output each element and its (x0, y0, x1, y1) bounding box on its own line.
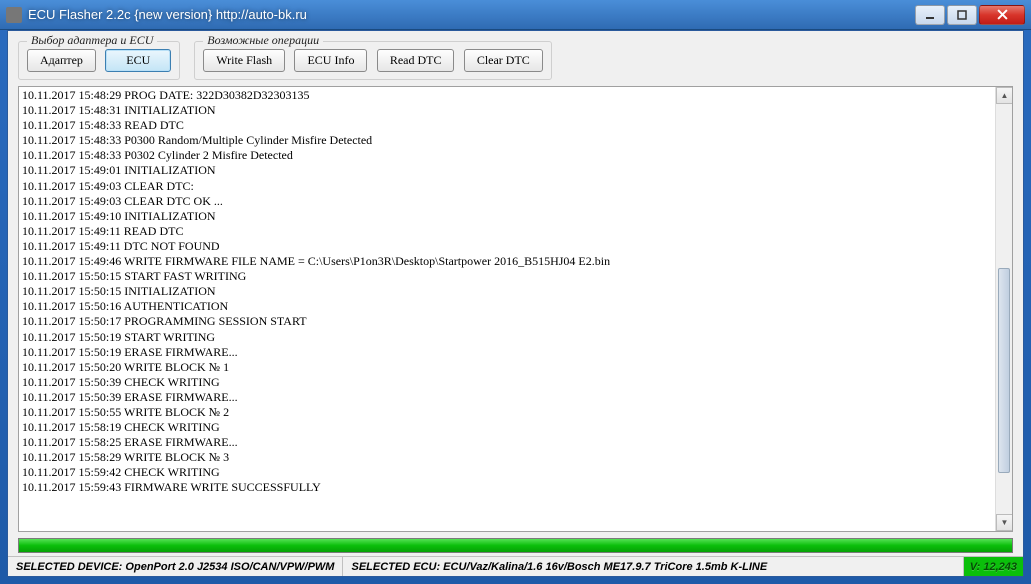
minimize-button[interactable] (915, 5, 945, 25)
log-line: 10.11.2017 15:48:29 PROG DATE: 322D30382… (22, 88, 994, 103)
scroll-down-button[interactable]: ▼ (996, 514, 1013, 531)
log-line: 10.11.2017 15:58:25 ERASE FIRMWARE... (22, 435, 994, 450)
log-line: 10.11.2017 15:48:31 INITIALIZATION (22, 103, 994, 118)
log-line: 10.11.2017 15:49:03 CLEAR DTC: (22, 179, 994, 194)
log-scrollbar[interactable]: ▲ ▼ (995, 87, 1012, 531)
log-line: 10.11.2017 15:59:43 FIRMWARE WRITE SUCCE… (22, 480, 994, 495)
log-text[interactable]: 10.11.2017 15:48:29 PROG DATE: 322D30382… (22, 88, 994, 531)
log-line: 10.11.2017 15:59:42 CHECK WRITING (22, 465, 994, 480)
window-title: ECU Flasher 2.2c {new version} http://au… (28, 7, 913, 22)
clear-dtc-button[interactable]: Clear DTC (464, 49, 543, 72)
maximize-button[interactable] (947, 5, 977, 25)
group-adapter-legend: Выбор адаптера и ECU (27, 33, 157, 48)
status-ecu-value: ECU/Vaz/Kalina/1.6 16v/Bosch ME17.9.7 Tr… (443, 561, 767, 573)
log-line: 10.11.2017 15:49:03 CLEAR DTC OK ... (22, 194, 994, 209)
log-line: 10.11.2017 15:58:29 WRITE BLOCK № 3 (22, 450, 994, 465)
window-controls (913, 5, 1025, 25)
client-area: Выбор адаптера и ECU Адаптер ECU Возможн… (7, 30, 1024, 577)
status-ecu: SELECTED ECU: ECU/Vaz/Kalina/1.6 16v/Bos… (343, 557, 963, 576)
log-line: 10.11.2017 15:50:19 START WRITING (22, 330, 994, 345)
status-version: V: 12,243 (964, 557, 1023, 576)
log-line: 10.11.2017 15:49:46 WRITE FIRMWARE FILE … (22, 254, 994, 269)
log-line: 10.11.2017 15:49:10 INITIALIZATION (22, 209, 994, 224)
log-line: 10.11.2017 15:49:11 DTC NOT FOUND (22, 239, 994, 254)
log-line: 10.11.2017 15:49:01 INITIALIZATION (22, 163, 994, 178)
group-adapter-ecu: Выбор адаптера и ECU Адаптер ECU (18, 41, 180, 80)
status-bar: SELECTED DEVICE: OpenPort 2.0 J2534 ISO/… (8, 556, 1023, 576)
adapter-button[interactable]: Адаптер (27, 49, 96, 72)
close-button[interactable] (979, 5, 1025, 25)
status-ecu-label: SELECTED ECU: (351, 561, 440, 573)
log-line: 10.11.2017 15:50:20 WRITE BLOCK № 1 (22, 360, 994, 375)
log-line: 10.11.2017 15:49:11 READ DTC (22, 224, 994, 239)
ecu-info-button[interactable]: ECU Info (294, 49, 367, 72)
log-line: 10.11.2017 15:58:19 CHECK WRITING (22, 420, 994, 435)
progress-fill (19, 539, 1012, 552)
status-device-value: OpenPort 2.0 J2534 ISO/CAN/VPW/PWM (125, 561, 334, 573)
scroll-track[interactable] (996, 104, 1012, 514)
log-line: 10.11.2017 15:50:39 ERASE FIRMWARE... (22, 390, 994, 405)
scroll-thumb[interactable] (998, 268, 1010, 473)
ecu-button[interactable]: ECU (105, 49, 171, 72)
log-line: 10.11.2017 15:50:17 PROGRAMMING SESSION … (22, 314, 994, 329)
log-line: 10.11.2017 15:50:39 CHECK WRITING (22, 375, 994, 390)
log-line: 10.11.2017 15:48:33 READ DTC (22, 118, 994, 133)
group-operations: Возможные операции Write Flash ECU Info … (194, 41, 552, 80)
status-device-label: SELECTED DEVICE: (16, 561, 122, 573)
log-panel: 10.11.2017 15:48:29 PROG DATE: 322D30382… (18, 86, 1013, 532)
scroll-up-button[interactable]: ▲ (996, 87, 1013, 104)
write-flash-button[interactable]: Write Flash (203, 49, 285, 72)
log-line: 10.11.2017 15:50:16 AUTHENTICATION (22, 299, 994, 314)
status-device: SELECTED DEVICE: OpenPort 2.0 J2534 ISO/… (8, 557, 343, 576)
app-icon (6, 7, 22, 23)
log-line: 10.11.2017 15:50:55 WRITE BLOCK № 2 (22, 405, 994, 420)
window-titlebar: ECU Flasher 2.2c {new version} http://au… (0, 0, 1031, 30)
log-line: 10.11.2017 15:48:33 P0302 Cylinder 2 Mis… (22, 148, 994, 163)
read-dtc-button[interactable]: Read DTC (377, 49, 455, 72)
log-line: 10.11.2017 15:50:19 ERASE FIRMWARE... (22, 345, 994, 360)
group-operations-legend: Возможные операции (203, 33, 323, 48)
toolbar-row: Выбор адаптера и ECU Адаптер ECU Возможн… (8, 31, 1023, 86)
log-line: 10.11.2017 15:50:15 START FAST WRITING (22, 269, 994, 284)
log-line: 10.11.2017 15:50:15 INITIALIZATION (22, 284, 994, 299)
progress-bar (18, 538, 1013, 553)
log-line: 10.11.2017 15:48:33 P0300 Random/Multipl… (22, 133, 994, 148)
